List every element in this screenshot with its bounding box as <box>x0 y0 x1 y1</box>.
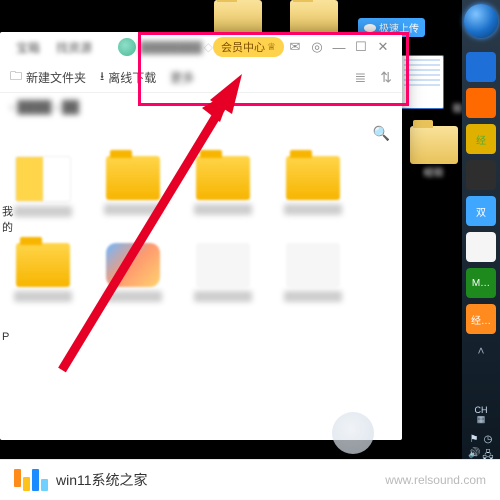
breadcrumb[interactable]: › ████ › ██ <box>0 93 402 121</box>
sort-icon[interactable]: ⇅ <box>380 69 392 86</box>
grid-app[interactable] <box>104 243 162 302</box>
file-grid <box>0 150 402 308</box>
taskbar-app[interactable]: 经 <box>466 124 496 154</box>
desktop-folder-label: 经验 <box>406 164 461 179</box>
taskbar-app[interactable] <box>466 88 496 118</box>
folder-plus-icon: 🗀 <box>10 67 22 88</box>
search-row: 🔍 <box>0 121 402 150</box>
tab-find-resources[interactable]: 找资源 <box>48 36 100 59</box>
kb-icon: ▦ <box>475 415 488 424</box>
offline-download-button[interactable]: ⭳ 离线下载 <box>100 67 156 88</box>
taskbar-app[interactable]: M… <box>466 268 496 298</box>
diamond-icon: ◇ <box>204 40 213 54</box>
app-window: 宝箱 找资源 ████████ ◇ 会员中心 ♕ ✉ ◎ — ☐ ✕ 🗀 新建文… <box>0 32 402 440</box>
taskbar-app-label: 双 <box>476 204 486 219</box>
tray-expand-icon[interactable]: ˄ <box>477 344 484 358</box>
tray-icon[interactable]: ◷ <box>482 434 494 446</box>
language-indicator[interactable]: CH ▦ <box>475 406 488 424</box>
search-icon[interactable]: 🔍 <box>373 125 390 142</box>
avatar <box>118 38 136 56</box>
grid-folder[interactable] <box>194 156 252 217</box>
tray-icon[interactable]: ⚑ <box>468 434 480 446</box>
tab-treasure[interactable]: 宝箱 <box>8 36 48 59</box>
desktop-folder[interactable]: 经验 <box>406 126 461 179</box>
title-bar: 宝箱 找资源 ████████ ◇ 会员中心 ♕ ✉ ◎ — ☐ ✕ <box>0 32 402 62</box>
system-tray[interactable]: ⚑ ◷ 🔊 🖧 <box>466 434 496 460</box>
maximize-icon[interactable]: ☐ <box>350 39 372 55</box>
taskbar-app-label: M… <box>472 278 490 289</box>
taskbar-app[interactable] <box>466 52 496 82</box>
offline-dl-label: 离线下载 <box>108 69 156 86</box>
taskbar-app[interactable] <box>466 160 496 190</box>
taskbar-app[interactable] <box>466 232 496 262</box>
mail-icon[interactable]: ✉ <box>284 39 306 55</box>
taskbar-app[interactable]: 经… <box>466 304 496 334</box>
taskbar-app-label: 经… <box>471 312 491 327</box>
download-icon: ⭳ <box>100 67 104 88</box>
label-mine: 我的 <box>2 203 18 235</box>
grid-folder[interactable] <box>14 243 72 302</box>
grid-file[interactable] <box>284 243 342 302</box>
taskbar-app-label: 经 <box>476 132 486 147</box>
label-p: P <box>2 331 18 343</box>
more-button[interactable]: 更多 <box>170 69 194 86</box>
taskbar-app[interactable]: 双 <box>466 196 496 226</box>
brand-logo <box>14 469 48 491</box>
grid-folder[interactable] <box>14 156 72 217</box>
vip-label: 会员中心 <box>221 39 265 55</box>
start-orb[interactable] <box>464 4 498 38</box>
user-info[interactable]: ████████ ◇ <box>118 38 213 56</box>
brand-label: win11系统之家 <box>56 470 148 490</box>
crown-icon: ♕ <box>267 42 276 53</box>
toolbar: 🗀 新建文件夹 ⭳ 离线下载 更多 ≣ ⇅ <box>0 62 402 93</box>
vip-center-button[interactable]: 会员中心 ♕ <box>213 37 284 57</box>
grid-file[interactable] <box>194 243 252 302</box>
new-folder-button[interactable]: 🗀 新建文件夹 <box>10 67 86 88</box>
left-labels: 我的 P <box>0 197 20 349</box>
desktop-label: 验 <box>453 104 463 115</box>
watermark-footer: win11系统之家 www.relsound.com <box>0 459 500 500</box>
cloud-icon <box>364 24 376 32</box>
taskbar: 经 双 M… 经… ˄ CH ▦ ⚑ ◷ 🔊 🖧 <box>462 0 500 464</box>
grid-folder[interactable] <box>284 156 342 217</box>
new-folder-label: 新建文件夹 <box>26 69 86 86</box>
skin-icon[interactable]: ◎ <box>306 39 328 55</box>
close-icon[interactable]: ✕ <box>372 39 394 55</box>
more-label: 更多 <box>170 69 194 86</box>
username-label: ████████ <box>140 42 200 52</box>
assistant-bubble[interactable] <box>332 412 374 454</box>
minimize-icon[interactable]: — <box>328 40 350 55</box>
grid-folder[interactable] <box>104 156 162 217</box>
list-view-icon[interactable]: ≣ <box>355 69 367 86</box>
brand: win11系统之家 <box>14 469 148 491</box>
site-url: www.relsound.com <box>385 473 486 487</box>
